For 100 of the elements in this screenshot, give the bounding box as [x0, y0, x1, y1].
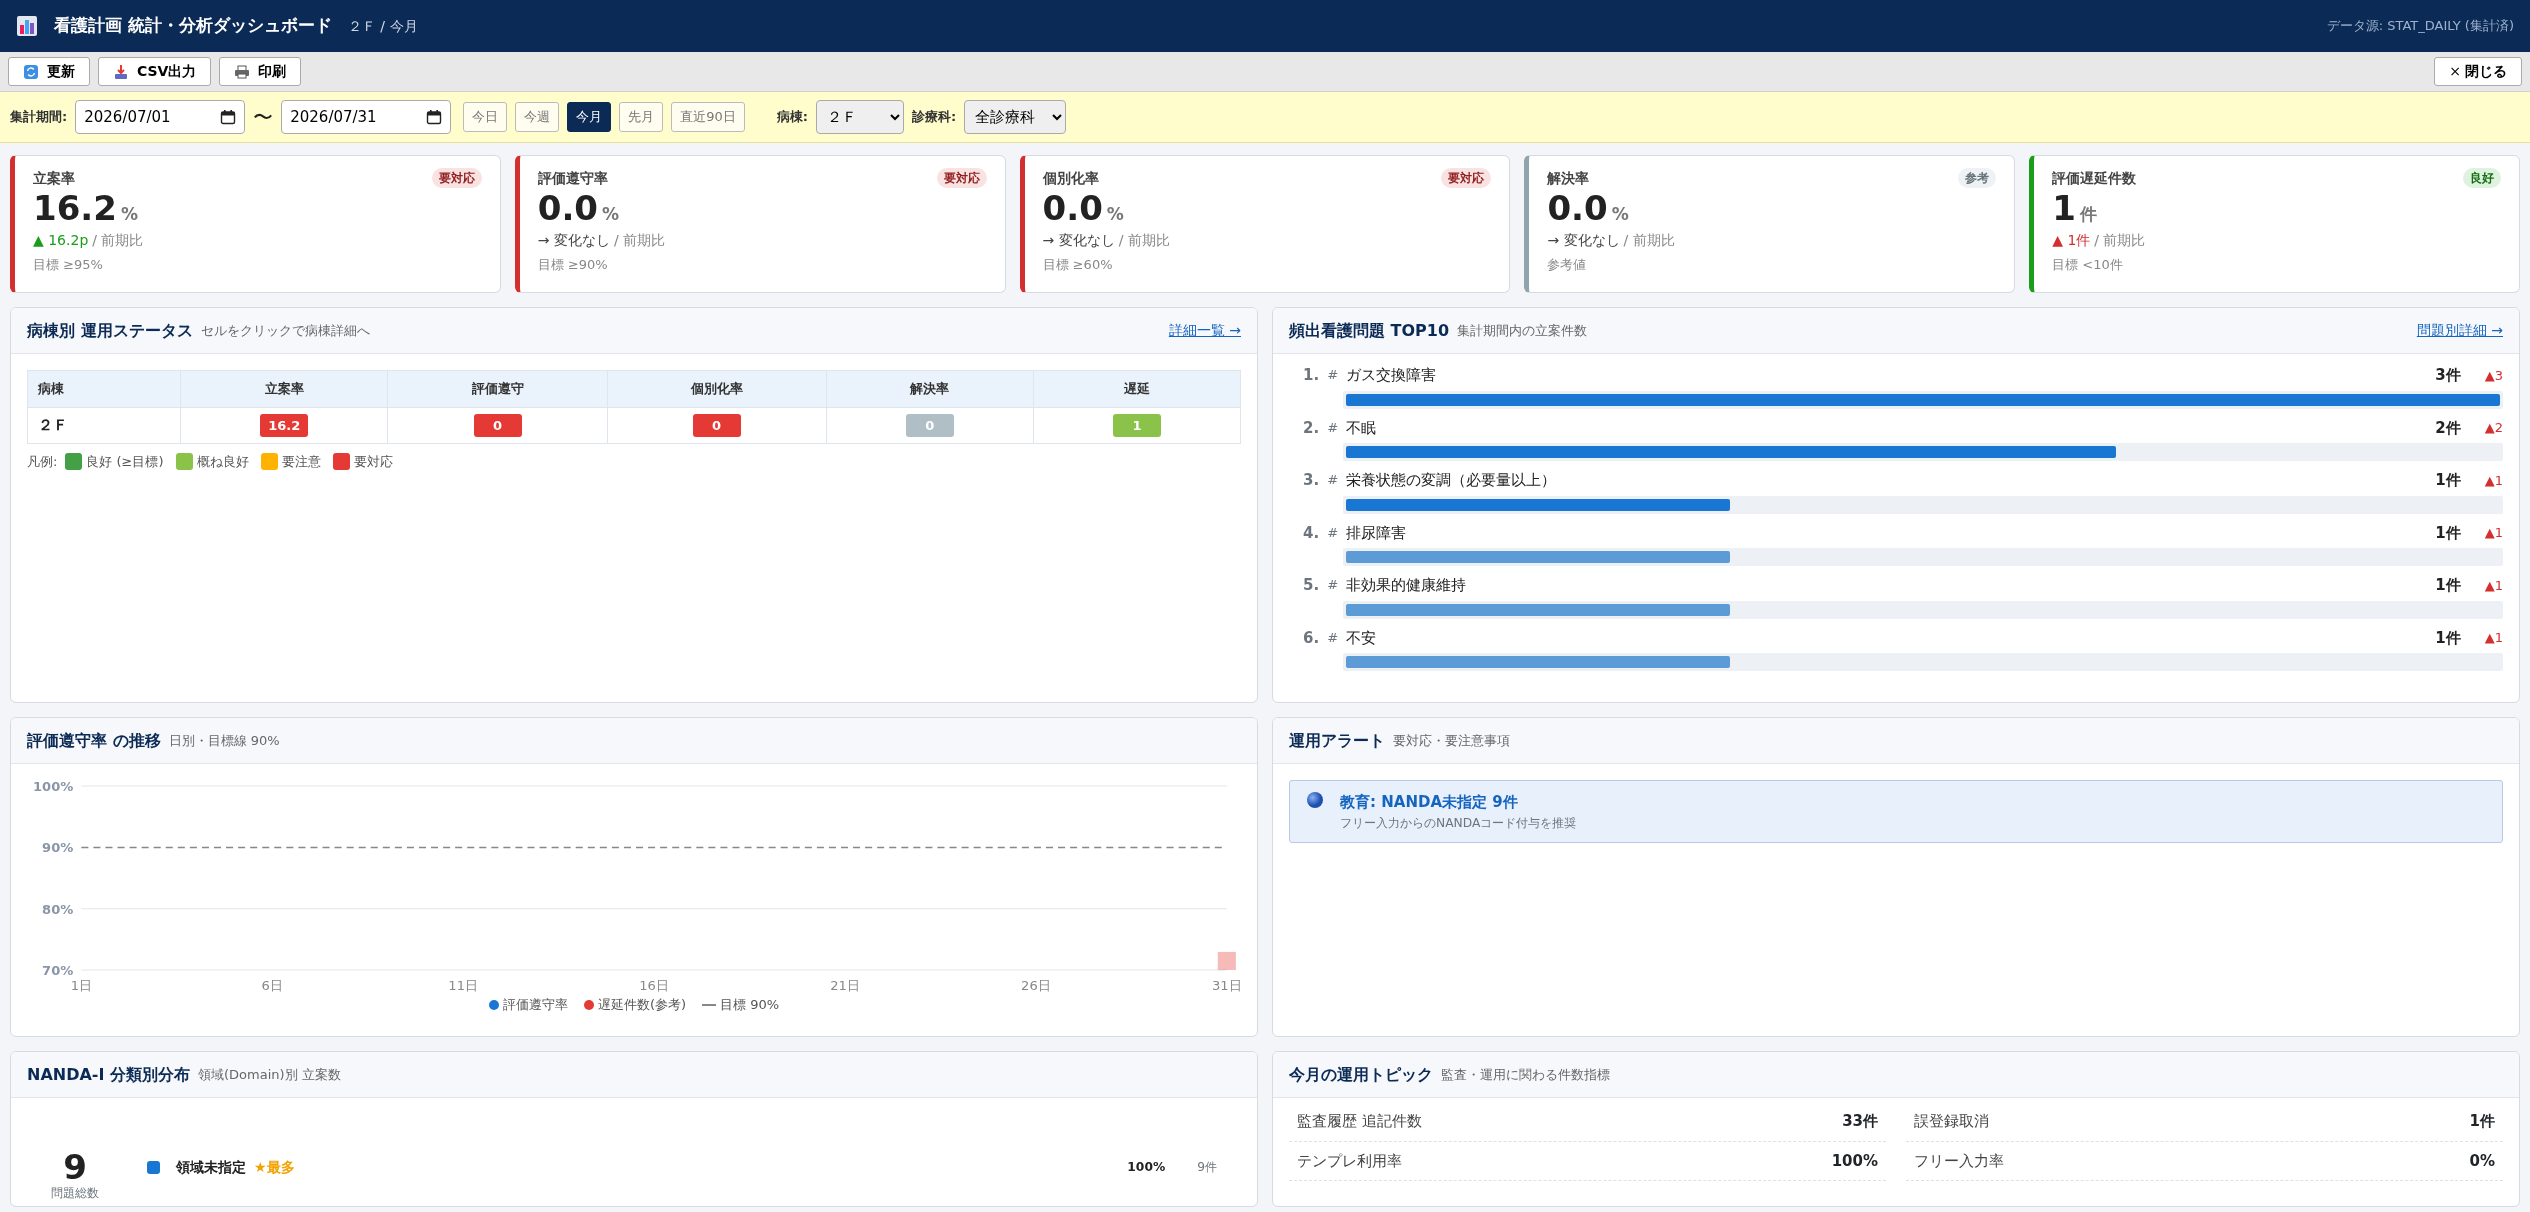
change-indicator: ▲1 [2484, 576, 2503, 595]
kpi-unit: % [120, 204, 138, 224]
x-tick-label: 31日 [1212, 978, 1242, 994]
refresh-button[interactable]: 更新 [8, 57, 90, 86]
legend-text: 要注意 [281, 453, 321, 471]
globe-icon [1306, 791, 1324, 809]
problem-name: 栄養状態の変調（必要量以上） [1346, 470, 1557, 491]
legend-text: 要対応 [353, 453, 393, 471]
bar-chart-icon [16, 15, 38, 37]
context-label: ２Ｆ / 今月 [347, 16, 418, 36]
status-value[interactable]: 0 [473, 413, 522, 437]
status-tag: 要対応 [431, 168, 482, 188]
department-label: 診療科: [911, 108, 957, 127]
legend-text: 良好 (≥目標) [86, 453, 164, 471]
kpi-target: 目標 ≥90% [537, 256, 609, 275]
x-tick-label: 1日 [70, 978, 92, 994]
rank-number: 5. [1303, 575, 1320, 596]
panel-title: 運用アラート [1289, 729, 1385, 752]
status-value[interactable]: 16.2 [260, 413, 309, 437]
problem-count: 2件 [2435, 417, 2461, 439]
rank-number: 3. [1303, 470, 1320, 491]
app-title: 看護計画 統計・分析ダッシュボード [54, 14, 332, 38]
kpi-label: 個別化率 [1042, 169, 1099, 188]
csv-export-button[interactable]: CSV出力 [98, 57, 212, 86]
legend-label: 凡例: [27, 453, 58, 471]
x-tick-label: 16日 [639, 978, 669, 994]
print-button[interactable]: 印刷 [219, 57, 302, 86]
domain-percent: 100% [1127, 1159, 1166, 1177]
kpi-target: 参考値 [1547, 256, 1588, 275]
hash-mark: # [1327, 471, 1339, 490]
calendar-icon[interactable] [220, 109, 237, 125]
kpi-target: 目標 ≥60% [1042, 256, 1114, 275]
problem-name: 不眠 [1346, 417, 1377, 439]
range-button[interactable]: 今日 [463, 102, 508, 132]
panel-title: 今月の運用トピック [1289, 1063, 1433, 1086]
hash-mark: # [1327, 523, 1339, 542]
legend-text: 評価遵守率 [502, 996, 568, 1015]
x-tick-label: 11日 [448, 978, 478, 994]
compare-label: / 前期比 [614, 232, 666, 249]
compare-label: / 前期比 [92, 232, 144, 249]
panel-subtitle: 日別・目標線 90% [168, 731, 280, 750]
topic-value: 0% [2469, 1150, 2495, 1172]
y-tick-label: 80% [42, 901, 74, 917]
status-tag: 要対応 [1441, 168, 1492, 188]
panel-title: NANDA-I 分類別分布 [27, 1063, 190, 1086]
end-date-field[interactable]: 2026/07/31 [281, 100, 452, 134]
download-icon [113, 63, 129, 80]
detail-link[interactable]: 問題別詳細 → [2416, 320, 2503, 341]
problem-name: ガス交換障害 [1346, 365, 1437, 386]
department-select[interactable]: 全診療科 [964, 100, 1067, 134]
domain-count: 9件 [1197, 1159, 1217, 1177]
range-button[interactable]: 今週 [515, 102, 560, 132]
problem-name: 不安 [1346, 627, 1377, 649]
start-date-field[interactable]: 2026/07/01 [75, 100, 246, 134]
printer-icon [234, 63, 251, 80]
kpi-target: 目標 <10件 [2052, 256, 2124, 275]
problem-name: 非効果的健康維持 [1346, 575, 1467, 596]
rank-number: 1. [1303, 365, 1320, 386]
domain-name: 領域未指定 [176, 1158, 246, 1177]
kpi-label: 解決率 [1547, 169, 1590, 188]
change-indicator: ▲2 [2484, 419, 2503, 437]
column-header: 解決率 [826, 370, 1034, 407]
range-button[interactable]: 今月 [567, 102, 612, 132]
kpi-unit: % [602, 204, 620, 224]
kpi-unit: % [1106, 204, 1124, 224]
topic-value: 1件 [2469, 1111, 2495, 1132]
kpi-label: 評価遅延件数 [2052, 169, 2137, 188]
kpi-change: ▲ 1件 [2052, 232, 2091, 249]
status-value[interactable]: 0 [692, 413, 741, 437]
column-header: 個別化率 [607, 370, 827, 407]
change-indicator: ▲1 [2484, 629, 2503, 647]
delay-marker [1217, 951, 1236, 970]
ward-select[interactable]: ２Ｆ [815, 100, 904, 134]
alert-title: 教育: NANDA未指定 9件 [1340, 792, 1519, 813]
y-tick-label: 70% [42, 963, 74, 978]
calendar-icon[interactable] [426, 109, 443, 125]
legend-text: 目標 90% [720, 996, 780, 1015]
kpi-value: 0.0 [537, 188, 599, 228]
legend-text: 遅延件数(参考) [597, 996, 687, 1015]
y-tick-label: 90% [42, 840, 74, 856]
x-tick-label: 6日 [261, 978, 283, 994]
range-button[interactable]: 先月 [619, 102, 664, 132]
legend-text: 概ね良好 [196, 453, 249, 471]
detail-link[interactable]: 詳細一覧 → [1168, 320, 1241, 341]
status-tag: 参考 [1958, 168, 1997, 188]
refresh-icon [23, 63, 39, 80]
panel-subtitle: 領域(Domain)別 立案数 [198, 1065, 341, 1084]
kpi-change: → 変化なし [1547, 232, 1620, 249]
compare-label: / 前期比 [1118, 232, 1170, 249]
range-separator: 〜 [253, 104, 274, 131]
kpi-unit: 件 [2079, 204, 2097, 224]
kpi-value: 16.2 [33, 188, 117, 228]
column-header: 病棟 [27, 370, 181, 407]
kpi-change: → 変化なし [1042, 232, 1115, 249]
close-button[interactable]: × 閉じる [2434, 57, 2522, 86]
panel-title: 評価遵守率 の推移 [27, 729, 161, 752]
range-button[interactable]: 直近90日 [671, 102, 745, 132]
topic-label: フリー入力率 [1914, 1150, 2004, 1172]
topic-value: 33件 [1842, 1111, 1878, 1132]
panel-title: 頻出看護問題 TOP10 [1289, 319, 1450, 342]
